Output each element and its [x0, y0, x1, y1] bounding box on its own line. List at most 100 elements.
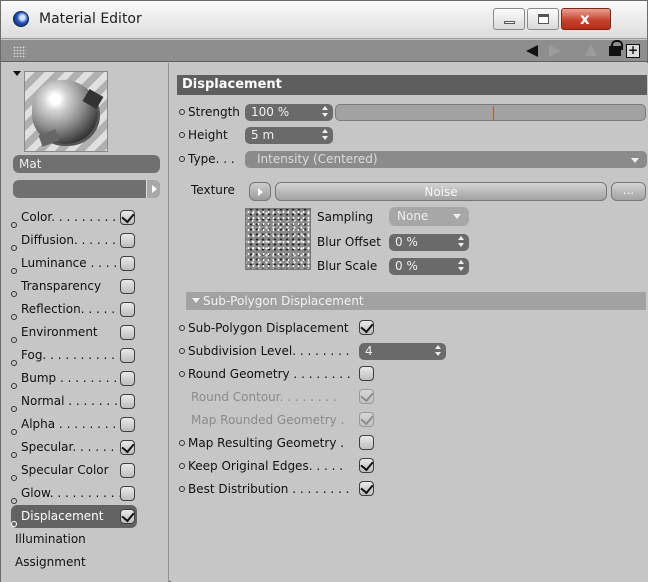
texture-menu-button[interactable]	[249, 182, 271, 201]
channel-assignment[interactable]: Assignment	[11, 551, 163, 574]
animate-dot-icon[interactable]	[179, 348, 185, 354]
map-rounded-geometry-checkbox[interactable]	[359, 412, 374, 427]
grip-icon[interactable]	[13, 46, 26, 57]
channel-label: Glow. . . . . . . . . .	[21, 486, 123, 500]
best-distribution-checkbox[interactable]	[359, 481, 374, 496]
round-contour-checkbox[interactable]	[359, 389, 374, 404]
channel-transparency[interactable]: Transparency	[11, 275, 163, 298]
collapse-triangle-icon[interactable]	[192, 298, 200, 303]
channel-dot-icon	[11, 452, 17, 458]
animate-dot-icon[interactable]	[179, 325, 185, 331]
texture-name-button[interactable]: Noise	[275, 182, 607, 201]
channel-specular-color[interactable]: Specular Color	[11, 459, 163, 482]
spin-arrows-icon[interactable]	[322, 129, 328, 141]
round-geometry-checkbox[interactable]	[359, 366, 374, 381]
channel-label: Luminance . . . . .	[21, 256, 125, 270]
spin-arrows-icon[interactable]	[458, 236, 464, 248]
channel-diffusion-checkbox[interactable]	[120, 233, 135, 248]
strength-slider[interactable]	[335, 104, 646, 121]
sampling-dropdown[interactable]: None	[389, 207, 469, 226]
sub-polygon-displacement-checkbox[interactable]	[359, 320, 374, 335]
subdivision-level-label: Subdivision Level. . . . . . . .	[188, 344, 350, 358]
channel-glow[interactable]: Glow. . . . . . . . . .	[11, 482, 163, 505]
sampling-label: Sampling	[317, 210, 374, 224]
channel-alpha-checkbox[interactable]	[120, 417, 135, 432]
material-slider-arrow-icon[interactable]	[146, 180, 160, 198]
material-preview[interactable]	[24, 71, 108, 152]
channel-dot-icon	[11, 521, 17, 527]
animate-dot-icon[interactable]	[179, 156, 185, 162]
channel-color[interactable]: Color. . . . . . . . . .	[11, 206, 163, 229]
minimize-button[interactable]	[493, 8, 525, 30]
texture-browse-button[interactable]: ...	[611, 182, 646, 201]
channel-specular-checkbox[interactable]	[120, 440, 135, 455]
spin-arrows-icon[interactable]	[435, 345, 441, 357]
strength-field[interactable]: 100 %	[245, 104, 333, 121]
channel-glow-checkbox[interactable]	[120, 486, 135, 501]
animate-dot-icon[interactable]	[179, 440, 185, 446]
channel-alpha[interactable]: Alpha . . . . . . . . .	[11, 413, 163, 436]
animate-dot-icon[interactable]	[179, 463, 185, 469]
up-arrow-icon[interactable]	[585, 44, 597, 56]
map-rounded-geometry-label: Map Rounded Geometry .	[191, 413, 345, 427]
channel-displacement-checkbox[interactable]	[120, 509, 135, 524]
channel-label: Diffusion. . . . . . .	[21, 233, 124, 247]
toolbar: +	[1, 40, 647, 62]
best-distribution-row: Best Distribution . . . . . . . .	[179, 479, 349, 499]
keep-original-edges-checkbox[interactable]	[359, 458, 374, 473]
new-window-icon[interactable]: +	[626, 44, 640, 58]
close-button[interactable]: x	[561, 8, 611, 30]
channel-dot-icon	[11, 498, 17, 504]
channel-reflection-checkbox[interactable]	[120, 302, 135, 317]
channel-label: Specular. . . . . .	[21, 440, 115, 454]
channel-fog-checkbox[interactable]	[120, 348, 135, 363]
back-arrow-icon[interactable]	[526, 45, 538, 57]
texture-noise-preview[interactable]	[245, 208, 311, 270]
channel-fog[interactable]: Fog. . . . . . . . . . .	[11, 344, 163, 367]
blur-scale-field[interactable]: 0 %	[389, 258, 469, 275]
channel-transparency-checkbox[interactable]	[120, 279, 135, 294]
lock-icon[interactable]	[609, 40, 623, 56]
channel-bump[interactable]: Bump . . . . . . . . .	[11, 367, 163, 390]
strength-label: Strength	[188, 105, 240, 119]
window-title: Material Editor	[39, 11, 142, 27]
slider-marker[interactable]	[493, 106, 494, 120]
channel-label: Reflection. . . . . .	[21, 302, 123, 316]
channel-label: Normal . . . . . . . .	[21, 394, 125, 408]
maximize-button[interactable]	[527, 8, 559, 30]
channel-luminance[interactable]: Luminance . . . . .	[11, 252, 163, 275]
spin-arrows-icon[interactable]	[322, 106, 328, 118]
section-header-sub-polygon[interactable]: Sub-Polygon Displacement	[186, 292, 646, 310]
animate-dot-icon[interactable]	[179, 109, 185, 115]
channel-specular-color-checkbox[interactable]	[120, 463, 135, 478]
animate-dot-icon[interactable]	[179, 132, 185, 138]
animate-dot-icon[interactable]	[179, 371, 185, 377]
channel-normal[interactable]: Normal . . . . . . . .	[11, 390, 163, 413]
texture-label: Texture	[191, 183, 235, 197]
preview-menu-icon[interactable]	[13, 71, 21, 76]
channel-illumination[interactable]: Illumination	[11, 528, 163, 551]
type-dropdown[interactable]: Intensity (Centered)	[245, 151, 647, 168]
channel-displacement[interactable]: Displacement	[11, 505, 137, 528]
channel-specular[interactable]: Specular. . . . . .	[11, 436, 163, 459]
blur-offset-label: Blur Offset	[317, 235, 381, 249]
title-bar[interactable]: Material Editor x	[1, 1, 647, 39]
channel-reflection[interactable]: Reflection. . . . . .	[11, 298, 163, 321]
channel-diffusion[interactable]: Diffusion. . . . . . .	[11, 229, 163, 252]
channel-environment[interactable]: Environment	[11, 321, 163, 344]
material-name-field[interactable]: Mat	[13, 155, 160, 173]
blur-offset-field[interactable]: 0 %	[389, 234, 469, 251]
channel-bump-checkbox[interactable]	[120, 371, 135, 386]
spin-arrows-icon[interactable]	[458, 260, 464, 272]
channel-normal-checkbox[interactable]	[120, 394, 135, 409]
animate-dot-icon[interactable]	[179, 486, 185, 492]
subdivision-level-field[interactable]: 4	[359, 343, 446, 360]
material-slider[interactable]	[13, 180, 160, 198]
channel-luminance-checkbox[interactable]	[120, 256, 135, 271]
forward-arrow-icon[interactable]	[549, 45, 561, 57]
height-field[interactable]: 5 m	[245, 127, 333, 144]
map-resulting-geometry-checkbox[interactable]	[359, 435, 374, 450]
strength-row: Strength	[179, 102, 240, 122]
channel-color-checkbox[interactable]	[120, 210, 135, 225]
channel-environment-checkbox[interactable]	[120, 325, 135, 340]
